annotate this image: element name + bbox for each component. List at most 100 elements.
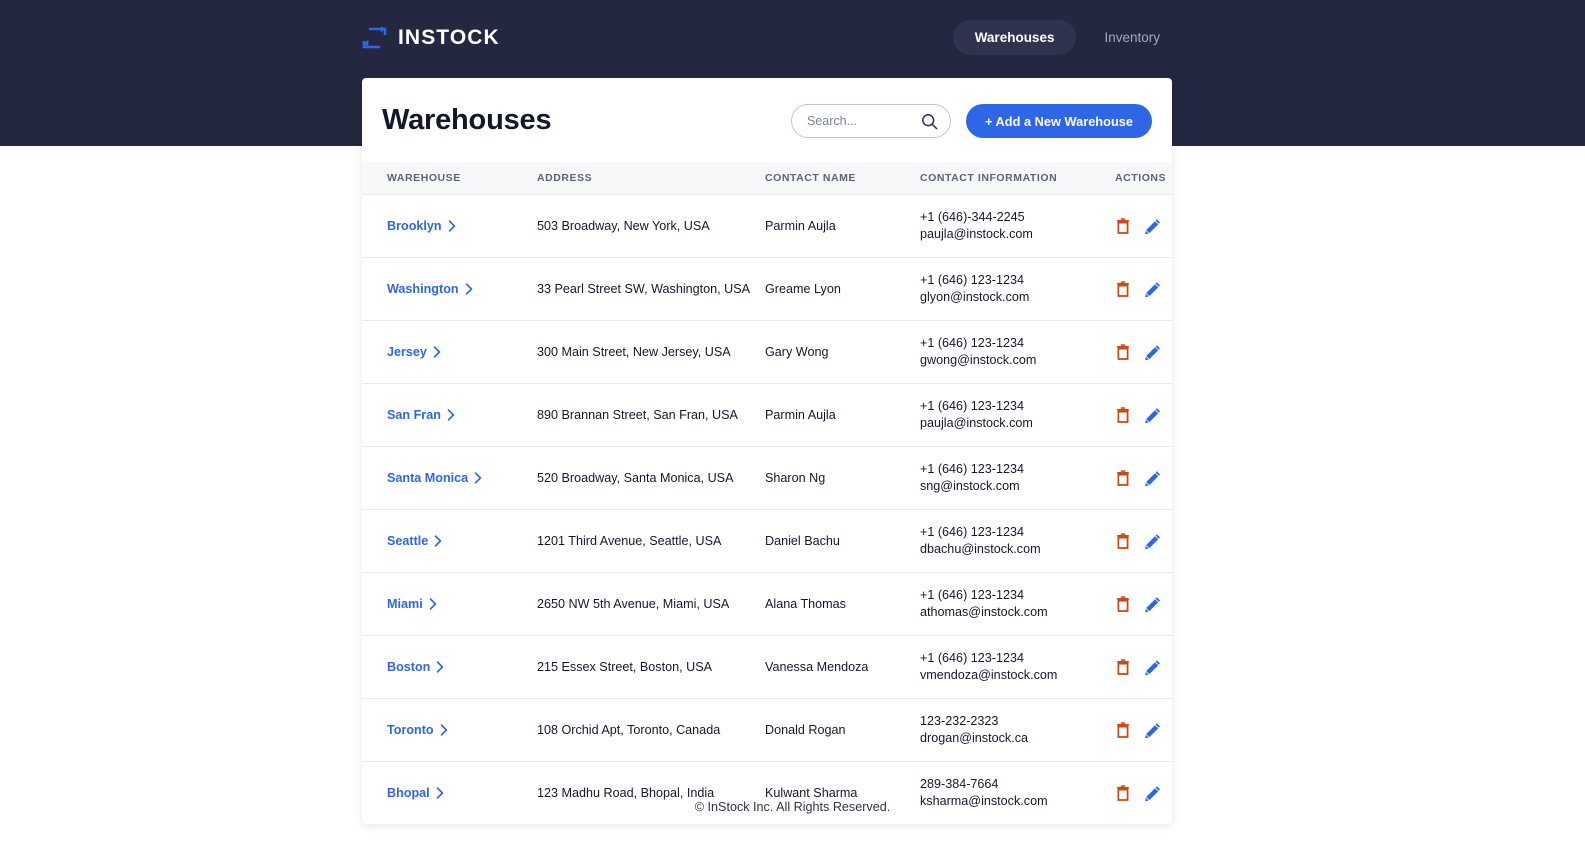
cell-address: 33 Pearl Street SW, Washington, USA — [537, 282, 751, 296]
contact-email: paujla@instock.com — [920, 416, 1033, 430]
warehouse-link[interactable]: Bhopal — [387, 786, 445, 800]
warehouse-link[interactable]: Seattle — [387, 534, 443, 548]
pencil-icon[interactable] — [1145, 596, 1161, 613]
search-icon[interactable] — [921, 113, 938, 130]
column-header-contact-information[interactable]: CONTACT INFORMATION — [920, 162, 1115, 195]
trash-icon[interactable] — [1115, 343, 1131, 361]
row-actions — [1115, 343, 1172, 361]
pencil-icon[interactable] — [1145, 281, 1161, 298]
pencil-icon[interactable] — [1145, 785, 1161, 802]
pencil-icon[interactable] — [1145, 344, 1161, 361]
cell-address: 890 Brannan Street, San Fran, USA — [537, 408, 738, 422]
warehouse-link[interactable]: Toronto — [387, 723, 449, 737]
cell-contact-name: Alana Thomas — [765, 597, 846, 611]
cell-contact-name: Donald Rogan — [765, 723, 846, 737]
main-nav: Warehouses Inventory — [952, 20, 1182, 55]
nav-item-warehouses[interactable]: Warehouses — [952, 20, 1077, 55]
pencil-icon[interactable] — [1145, 722, 1161, 739]
card-header: Warehouses + Add a New Warehouse — [362, 78, 1172, 162]
cell-actions — [1115, 384, 1172, 447]
warehouse-name: Toronto — [387, 723, 434, 737]
warehouse-name: Santa Monica — [387, 471, 469, 485]
cell-address: 2650 NW 5th Avenue, Miami, USA — [537, 597, 730, 611]
cell-actions — [1115, 636, 1172, 699]
row-actions — [1115, 721, 1172, 739]
chevron-right-icon — [436, 787, 443, 799]
cell-warehouse: Jersey — [362, 321, 537, 384]
row-actions — [1115, 217, 1172, 235]
warehouse-link[interactable]: Boston — [387, 660, 445, 674]
cell-contact-name: Parmin Aujla — [765, 408, 836, 422]
table-row: Miami 2650 NW 5th Avenue, Miami, USA Alana… — [362, 573, 1172, 636]
row-actions — [1115, 406, 1172, 424]
trash-icon[interactable] — [1115, 469, 1131, 487]
trash-icon[interactable] — [1115, 280, 1131, 298]
warehouse-link[interactable]: Jersey — [387, 345, 442, 359]
chevron-right-icon — [474, 472, 482, 484]
chevron-right-icon — [429, 598, 436, 610]
table-row: Boston 215 Essex Street, Boston, USA Vanes… — [362, 636, 1172, 699]
column-header-actions: ACTIONS — [1115, 162, 1172, 195]
trash-icon[interactable] — [1115, 658, 1131, 676]
trash-icon[interactable] — [1115, 532, 1131, 550]
cell-contact-information: +1 (646) 123-1234 dbachu@instock.com — [920, 510, 1115, 573]
table-row: Bhopal 123 Madhu Road, Bhopal, India Kulwa… — [362, 762, 1172, 825]
warehouse-name: Washington — [387, 282, 459, 296]
pencil-icon[interactable] — [1145, 407, 1161, 424]
cell-contact-information: +1 (646) 123-1234 vmendoza@instock.com — [920, 636, 1115, 699]
column-header-address[interactable]: ADDRESS — [537, 162, 765, 195]
chevron-right-icon — [435, 535, 442, 547]
nav-item-inventory[interactable]: Inventory — [1082, 20, 1182, 55]
cell-contact-name: Kulwant Sharma — [765, 786, 858, 800]
trash-icon[interactable] — [1115, 595, 1131, 613]
table-row: Washington 33 Pearl Street SW, Washington… — [362, 258, 1172, 321]
trash-icon[interactable] — [1115, 217, 1131, 235]
add-new-warehouse-button[interactable]: + Add a New Warehouse — [965, 104, 1152, 138]
trash-icon[interactable] — [1115, 784, 1131, 802]
pencil-icon[interactable] — [1145, 470, 1161, 487]
cell-warehouse: San Fran — [362, 384, 537, 447]
row-actions — [1115, 595, 1172, 613]
column-header-warehouse[interactable]: WAREHOUSE — [362, 162, 537, 195]
contact-email: dbachu@instock.com — [920, 542, 1041, 556]
cell-address: 123 Madhu Road, Bhopal, India — [537, 786, 715, 800]
contact-phone: +1 (646) 123-1234 — [920, 399, 1024, 413]
cell-contact-information: +1 (646) 123-1234 sng@instock.com — [920, 447, 1115, 510]
warehouse-name: Jersey — [387, 345, 427, 359]
search-input[interactable] — [806, 114, 916, 128]
warehouse-link[interactable]: San Fran — [387, 408, 456, 422]
warehouses-card: Warehouses + Add a New Warehouse WAREHOU… — [362, 78, 1172, 824]
cell-actions — [1115, 573, 1172, 636]
warehouse-name: Bhopal — [387, 786, 430, 800]
warehouse-link[interactable]: Brooklyn — [387, 219, 457, 233]
warehouse-name: San Fran — [387, 408, 441, 422]
table-header-row: WAREHOUSE ADDRESS CONTACT NAME CONTACT I… — [362, 162, 1172, 195]
cell-warehouse: Brooklyn — [362, 195, 537, 258]
warehouse-link[interactable]: Santa Monica — [387, 471, 483, 485]
contact-phone: +1 (646) 123-1234 — [920, 651, 1024, 665]
cell-contact-information: 289-384-7664 ksharma@instock.com — [920, 762, 1115, 825]
column-header-contact-name[interactable]: CONTACT NAME — [765, 162, 920, 195]
cell-address: 520 Broadway, Santa Monica, USA — [537, 471, 734, 485]
cell-contact-information: +1 (646)-344-2245 paujla@instock.com — [920, 195, 1115, 258]
repeat-arrows-icon — [362, 26, 387, 48]
pencil-icon[interactable] — [1145, 218, 1161, 235]
chevron-right-icon — [447, 409, 455, 421]
cell-contact-information: +1 (646) 123-1234 glyon@instock.com — [920, 258, 1115, 321]
chevron-right-icon — [465, 283, 472, 295]
pencil-icon[interactable] — [1145, 659, 1161, 676]
page-title: Warehouses — [382, 104, 552, 137]
cell-actions — [1115, 321, 1172, 384]
trash-icon[interactable] — [1115, 721, 1131, 739]
trash-icon[interactable] — [1115, 406, 1131, 424]
cell-contact-name: Greame Lyon — [765, 282, 841, 296]
cell-address: 503 Broadway, New York, USA — [537, 219, 710, 233]
contact-email: glyon@instock.com — [920, 290, 1030, 304]
contact-phone: +1 (646) 123-1234 — [920, 273, 1024, 287]
pencil-icon[interactable] — [1145, 533, 1161, 550]
warehouse-link[interactable]: Washington — [387, 282, 474, 296]
search-box[interactable] — [790, 104, 951, 138]
warehouse-link[interactable]: Miami — [387, 597, 438, 611]
brand-logo[interactable]: INSTOCK — [362, 26, 500, 49]
cell-contact-name: Gary Wong — [765, 345, 829, 359]
